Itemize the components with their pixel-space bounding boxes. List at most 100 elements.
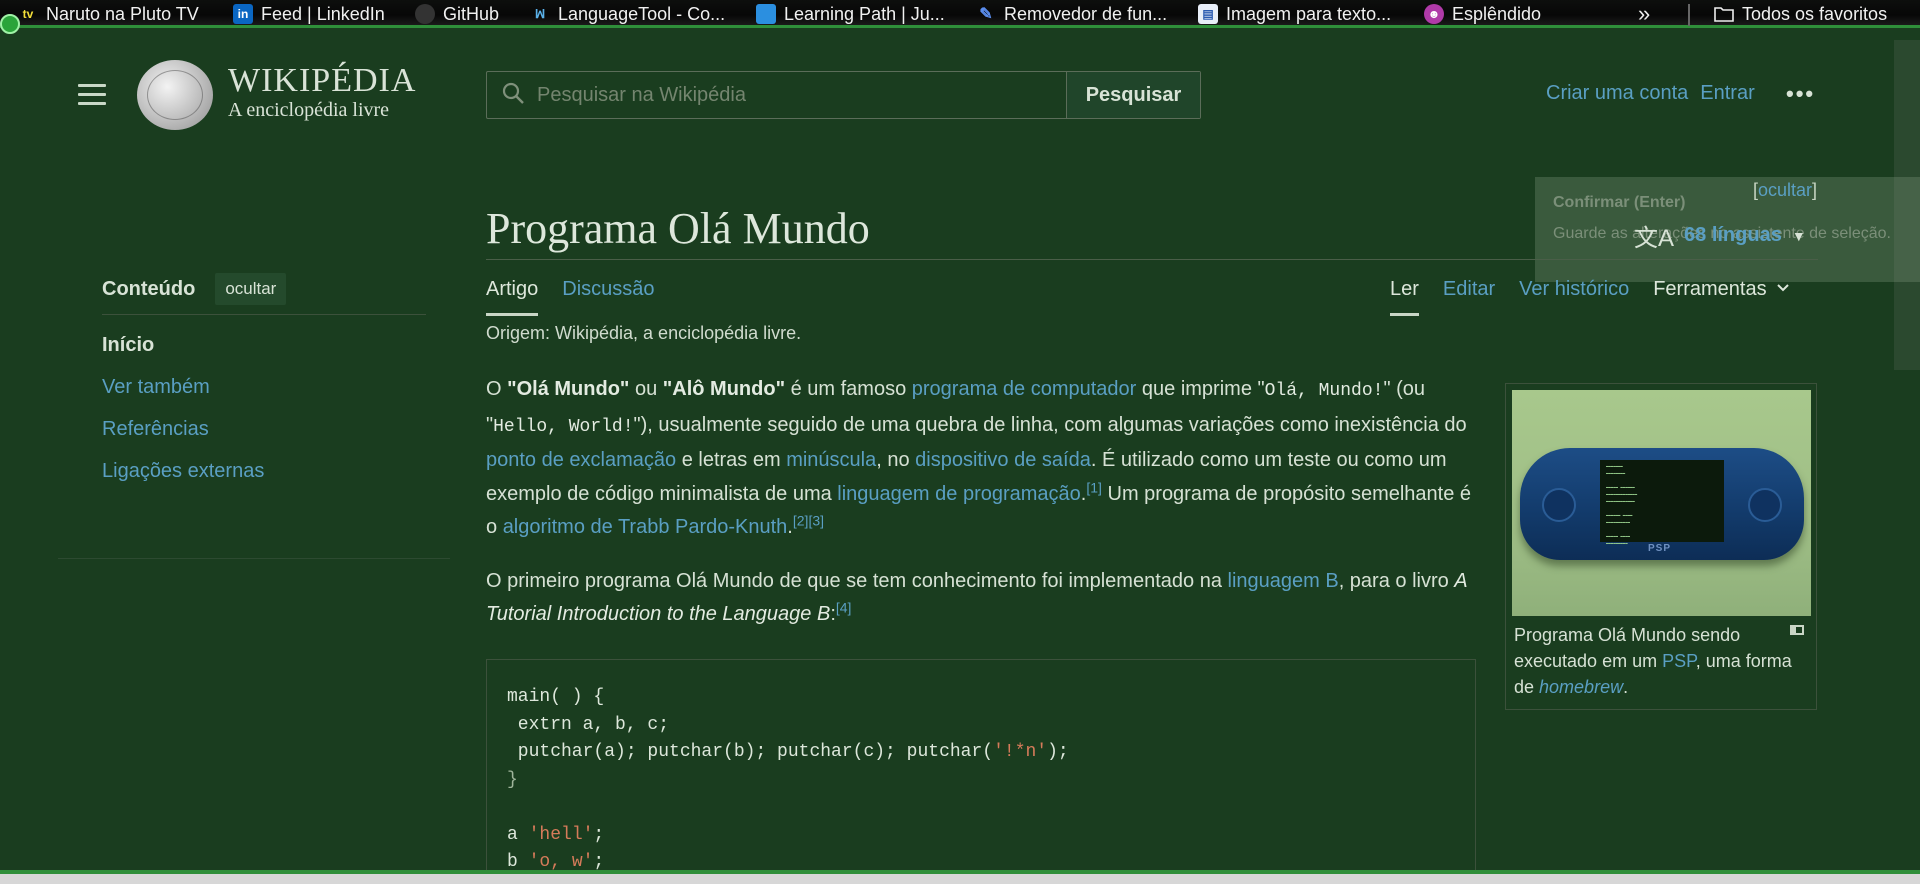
code-line: main( ) {: [507, 687, 605, 707]
psp-device-image: ▬▬▬▬▬▬▬ ▬▬▬▬▬▬▬▬ ▬▬▬▬▬ ▬▬▬▬▬▬ ▬▬▬▬▬▬▬▬▬▬▬▬▬…: [1520, 448, 1804, 560]
toc-title: Conteúdo: [102, 277, 196, 300]
tab-history[interactable]: Ver histórico: [1519, 278, 1629, 316]
thumbnail-figure: ▬▬▬▬▬▬▬ ▬▬▬▬▬▬▬▬ ▬▬▬▬▬ ▬▬▬▬▬▬ ▬▬▬▬▬▬▬▬▬▬▬▬▬…: [1505, 383, 1817, 710]
search-button[interactable]: Pesquisar: [1066, 72, 1200, 118]
more-options-icon[interactable]: •••: [1786, 81, 1815, 107]
bookmark-github[interactable]: GitHub: [415, 2, 499, 26]
bookmark-linkedin[interactable]: in Feed | LinkedIn: [233, 2, 385, 26]
translate-icon: 文A: [1634, 225, 1675, 252]
bookmark-label: GitHub: [443, 3, 500, 24]
pluto-tv-icon: tv: [22, 7, 34, 21]
toc-item-ver-tambem[interactable]: Ver também: [102, 375, 264, 417]
psp-buttons: [1748, 488, 1782, 522]
title-divider: [486, 259, 1818, 260]
reference-link[interactable]: [3]: [808, 512, 824, 528]
bookmark-label: Feed | LinkedIn: [261, 3, 385, 24]
bottom-strip: [0, 874, 1920, 884]
bookmark-languagetool[interactable]: ꟽ LanguageTool - Co...: [530, 2, 725, 26]
link-psp[interactable]: PSP: [1662, 651, 1696, 671]
code-line: extrn a, b, c;: [507, 714, 670, 735]
article-body: O "Olá Mundo" ou "Alô Mundo" é um famoso…: [486, 373, 1476, 652]
search-input[interactable]: [537, 83, 1037, 107]
image-to-text-icon: ▤: [1198, 4, 1218, 24]
reference-link[interactable]: [1]: [1086, 479, 1102, 495]
link-ponto-de-exclamacao[interactable]: ponto de exclamação: [486, 449, 676, 471]
wordmark-title: WIKIPÉDIA: [228, 62, 417, 99]
link-trabb-pardo-knuth[interactable]: algoritmo de Trabb Pardo-Knuth: [503, 516, 788, 538]
bookmark-pluto-tv[interactable]: tv Naruto na Pluto TV: [18, 2, 199, 26]
create-account-link[interactable]: Criar uma conta: [1546, 82, 1688, 105]
search-icon: [501, 81, 525, 110]
link-linguagem-de-programacao[interactable]: linguagem de programação: [837, 483, 1081, 505]
toc-divider: [102, 314, 426, 315]
psp-dpad: [1542, 488, 1576, 522]
toc-bottom-divider: [58, 558, 450, 559]
bookmarks-bar: tv Naruto na Pluto TV in Feed | LinkedIn…: [0, 0, 1920, 28]
tab-discussion[interactable]: Discussão: [562, 278, 654, 316]
bookmark-label: Esplêndido: [1452, 3, 1542, 24]
login-link[interactable]: Entrar: [1700, 82, 1754, 105]
tooltip-hide[interactable]: [ocultar]: [1753, 180, 1817, 201]
site-subtitle: Origem: Wikipédia, a enciclopédia livre.: [486, 323, 802, 343]
bold-term: "Alô Mundo": [662, 378, 786, 400]
user-links: Criar uma conta Entrar: [1546, 82, 1755, 105]
search-box: Pesquisar: [486, 71, 1201, 119]
all-favorites-folder[interactable]: Todos os favoritos: [1714, 2, 1887, 26]
psp-photo[interactable]: ▬▬▬▬▬▬▬ ▬▬▬▬▬▬▬▬ ▬▬▬▬▬ ▬▬▬▬▬▬ ▬▬▬▬▬▬▬▬▬▬▬▬▬…: [1512, 390, 1811, 616]
bookmark-label: Learning Path | Ju...: [784, 3, 945, 24]
intro-paragraph: O "Olá Mundo" ou "Alô Mundo" é um famoso…: [486, 378, 1472, 538]
toc-list: Início Ver também Referências Ligações e…: [102, 333, 264, 501]
search-field-wrapper: [487, 72, 1066, 118]
bold-term: "Olá Mundo": [507, 378, 630, 400]
main-menu-icon[interactable]: [78, 84, 106, 106]
bookmarks-overflow-icon[interactable]: »: [1638, 1, 1650, 27]
tab-read[interactable]: Ler: [1390, 278, 1419, 316]
code-line: putchar(a); putchar(b); putchar(c); putc…: [507, 742, 1069, 762]
reference-link[interactable]: [4]: [836, 599, 852, 615]
languages-button[interactable]: 文A 68 línguas ▼: [1634, 218, 1806, 253]
tooltip-hide-link[interactable]: ocultar: [1758, 180, 1812, 200]
toc-hide-button[interactable]: ocultar: [215, 273, 287, 305]
toc-item-referencias[interactable]: Referências: [102, 417, 264, 459]
psp-logo: PSP: [1648, 543, 1672, 554]
tools-label: Ferramentas: [1653, 278, 1767, 300]
page-scrollbar[interactable]: [1894, 40, 1920, 370]
reference-link[interactable]: [2]: [793, 512, 809, 528]
bookmark-image-to-text[interactable]: ▤ Imagem para texto...: [1198, 2, 1391, 26]
bookmark-label: Removedor de fun...: [1004, 3, 1168, 24]
bookmark-esplendido[interactable]: ☻ Esplêndido: [1424, 2, 1541, 26]
toc-item-inicio[interactable]: Início: [102, 333, 264, 375]
bookmark-label: Imagem para texto...: [1226, 3, 1392, 24]
toc-item-ligacoes-externas[interactable]: Ligações externas: [102, 459, 264, 501]
code-line: }: [507, 769, 518, 790]
inline-code: Hello, World!: [493, 416, 634, 437]
bookmark-label: Naruto na Pluto TV: [46, 3, 199, 24]
figure-caption: Programa Olá Mundo sendo executado em um…: [1514, 625, 1792, 697]
link-minuscula[interactable]: minúscula: [786, 449, 876, 471]
enlarge-image-icon[interactable]: [1790, 625, 1804, 635]
wikipedia-wordmark[interactable]: WIKIPÉDIA A enciclopédia livre: [228, 62, 417, 122]
tab-edit[interactable]: Editar: [1443, 278, 1495, 316]
bookmark-remover[interactable]: ✎ Removedor de fun...: [976, 2, 1167, 26]
extension-status-icon[interactable]: [0, 14, 20, 34]
code-line: a 'hell';: [507, 824, 605, 845]
learning-path-icon: [756, 4, 776, 24]
psp-screen: ▬▬▬▬▬▬▬ ▬▬▬▬▬▬▬▬ ▬▬▬▬▬ ▬▬▬▬▬▬ ▬▬▬▬▬▬▬▬▬▬▬▬▬…: [1600, 460, 1724, 546]
wikipedia-globe-logo[interactable]: [137, 60, 213, 130]
view-tabs: Ler Editar Ver histórico Ferramentas: [1390, 278, 1791, 316]
linkedin-icon: in: [233, 4, 253, 24]
second-paragraph: O primeiro programa Olá Mundo de que se …: [486, 569, 1467, 626]
link-homebrew[interactable]: homebrew: [1539, 677, 1623, 697]
tooltip-title: Confirmar (Enter): [1553, 194, 1686, 211]
chevron-down-icon: [1775, 278, 1791, 316]
link-programa-de-computador[interactable]: programa de computador: [912, 378, 1137, 400]
link-linguagem-b[interactable]: linguagem B: [1228, 570, 1339, 592]
bookmark-learning-path[interactable]: Learning Path | Ju...: [756, 2, 945, 26]
page-title: Programa Olá Mundo: [486, 204, 870, 253]
remover-icon: ✎: [979, 6, 993, 23]
tools-dropdown[interactable]: Ferramentas: [1653, 278, 1790, 316]
link-dispositivo-de-saida[interactable]: dispositivo de saída: [915, 449, 1091, 471]
inline-code: Olá, Mundo!: [1264, 381, 1384, 401]
tab-article[interactable]: Artigo: [486, 278, 539, 316]
